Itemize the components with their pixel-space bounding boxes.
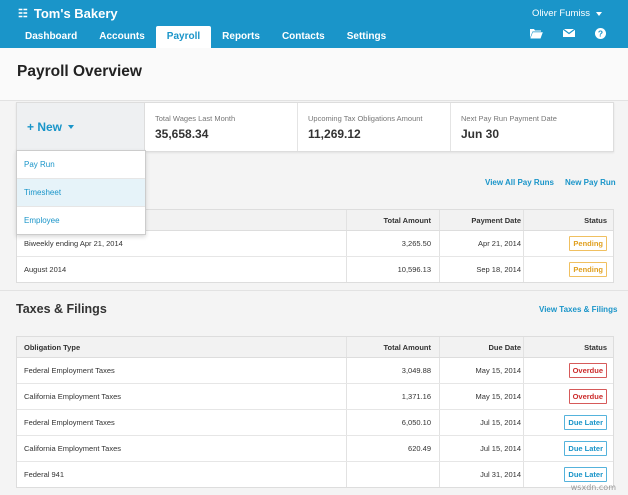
- table-row[interactable]: Federal 941 Jul 31, 2014 Due Later: [17, 462, 613, 487]
- column-header: Status: [584, 215, 607, 225]
- column-header: Status: [584, 342, 607, 352]
- due-date: Jul 15, 2014: [480, 418, 521, 427]
- table-row[interactable]: California Employment Taxes 620.49 Jul 1…: [17, 436, 613, 462]
- column-header: Obligation Type: [24, 342, 81, 352]
- pay-run-name: August 2014: [24, 265, 67, 274]
- due-date: Jul 31, 2014: [480, 470, 521, 479]
- obligation-amount: [347, 462, 431, 487]
- new-pay-run-link[interactable]: New Pay Run: [565, 178, 616, 187]
- top-bar: ☷ Tom's Bakery Oliver Fumiss Dashboard A…: [0, 0, 628, 48]
- obligation-amount: 6,050.10: [401, 418, 431, 427]
- obligation-amount: 620.49: [408, 444, 431, 453]
- menu-item-pay-run[interactable]: Pay Run: [17, 151, 145, 179]
- status-badge: Pending: [569, 236, 607, 251]
- obligation-type: California Employment Taxes: [24, 392, 121, 401]
- company-name: Tom's Bakery: [33, 6, 118, 21]
- menu-icon: ☷: [18, 8, 28, 20]
- table-row[interactable]: California Employment Taxes 1,371.16 May…: [17, 384, 613, 410]
- stat-next-pay-run: Next Pay Run Payment Date Jun 30: [451, 103, 611, 151]
- column-header: Total Amount: [383, 215, 432, 225]
- table-row[interactable]: Federal Employment Taxes 3,049.88 May 15…: [17, 358, 613, 384]
- user-menu[interactable]: Oliver Fumiss: [532, 8, 602, 19]
- obligation-type: Federal Employment Taxes: [24, 418, 115, 427]
- status-badge: Due Later: [564, 467, 607, 482]
- chevron-down-icon: [68, 125, 75, 129]
- status-badge: Due Later: [564, 415, 607, 430]
- svg-text:?: ?: [598, 29, 603, 39]
- menu-item-employee[interactable]: Employee: [17, 207, 145, 234]
- tab-settings[interactable]: Settings: [336, 26, 397, 48]
- table-row[interactable]: Federal Employment Taxes 6,050.10 Jul 15…: [17, 410, 613, 436]
- pay-run-date: Sep 18, 2014: [476, 265, 521, 274]
- column-header: Due Date: [488, 342, 521, 352]
- stat-label: Next Pay Run Payment Date: [461, 114, 557, 123]
- help-icon[interactable]: ?: [595, 28, 606, 39]
- view-taxes-filings-link[interactable]: View Taxes & Filings: [539, 305, 617, 314]
- stat-label: Total Wages Last Month: [155, 114, 236, 123]
- stat-value: 11,269.12: [308, 127, 361, 141]
- new-button-label: + New: [27, 120, 63, 134]
- stat-total-wages: Total Wages Last Month 35,658.34: [145, 103, 298, 151]
- status-badge: Due Later: [564, 441, 607, 456]
- page-title: Payroll Overview: [17, 63, 142, 80]
- stat-value: 35,658.34: [155, 127, 209, 141]
- page-header: Payroll Overview: [0, 48, 628, 101]
- main-nav: Dashboard Accounts Payroll Reports Conta…: [14, 26, 397, 48]
- table-header: Obligation Type Total Amount Due Date St…: [17, 337, 613, 358]
- due-date: May 15, 2014: [475, 392, 521, 401]
- chevron-down-icon: [596, 11, 602, 16]
- tab-payroll[interactable]: Payroll: [155, 26, 212, 48]
- status-badge: Pending: [569, 262, 607, 277]
- column-header: Total Amount: [383, 342, 432, 352]
- tab-dashboard[interactable]: Dashboard: [14, 26, 88, 48]
- new-button[interactable]: + New: [17, 103, 145, 151]
- tab-reports[interactable]: Reports: [211, 26, 271, 48]
- stat-value: Jun 30: [461, 127, 500, 141]
- table-row[interactable]: August 2014 10,596.13 Sep 18, 2014 Pendi…: [17, 257, 613, 282]
- company-switcher[interactable]: ☷ Tom's Bakery: [18, 6, 118, 21]
- status-badge: Overdue: [568, 363, 607, 378]
- obligation-amount: 3,049.88: [401, 366, 431, 375]
- user-name: Oliver Fumiss: [531, 8, 590, 19]
- column-header: Payment Date: [471, 215, 521, 225]
- obligation-type: Federal Employment Taxes: [24, 366, 115, 375]
- taxes-section-title: Taxes & Filings: [16, 302, 107, 316]
- tab-contacts[interactable]: Contacts: [271, 26, 336, 48]
- watermark: wsxdn.com: [570, 483, 616, 492]
- view-all-pay-runs-link[interactable]: View All Pay Runs: [485, 178, 554, 187]
- stat-label: Upcoming Tax Obligations Amount: [308, 114, 423, 123]
- pay-run-date: Apr 21, 2014: [478, 239, 521, 248]
- obligation-amount: 1,371.16: [401, 392, 431, 401]
- obligation-type: California Employment Taxes: [24, 444, 121, 453]
- obligation-type: Federal 941: [24, 470, 65, 479]
- stat-tax-obligations: Upcoming Tax Obligations Amount 11,269.1…: [298, 103, 451, 151]
- section-divider: [0, 290, 628, 291]
- new-dropdown-menu: Pay Run Timesheet Employee: [16, 150, 146, 235]
- due-date: May 15, 2014: [475, 366, 521, 375]
- menu-item-timesheet[interactable]: Timesheet: [17, 179, 145, 207]
- pay-run-amount: 10,596.13: [397, 265, 431, 274]
- status-badge: Overdue: [568, 389, 607, 404]
- due-date: Jul 15, 2014: [480, 444, 521, 453]
- pay-run-amount: 3,265.50: [401, 239, 431, 248]
- tab-accounts[interactable]: Accounts: [88, 26, 156, 48]
- summary-card: + New Total Wages Last Month 35,658.34 U…: [16, 102, 614, 152]
- taxes-table: Obligation Type Total Amount Due Date St…: [16, 336, 614, 488]
- folder-icon[interactable]: [530, 28, 543, 39]
- mail-icon[interactable]: [563, 28, 575, 38]
